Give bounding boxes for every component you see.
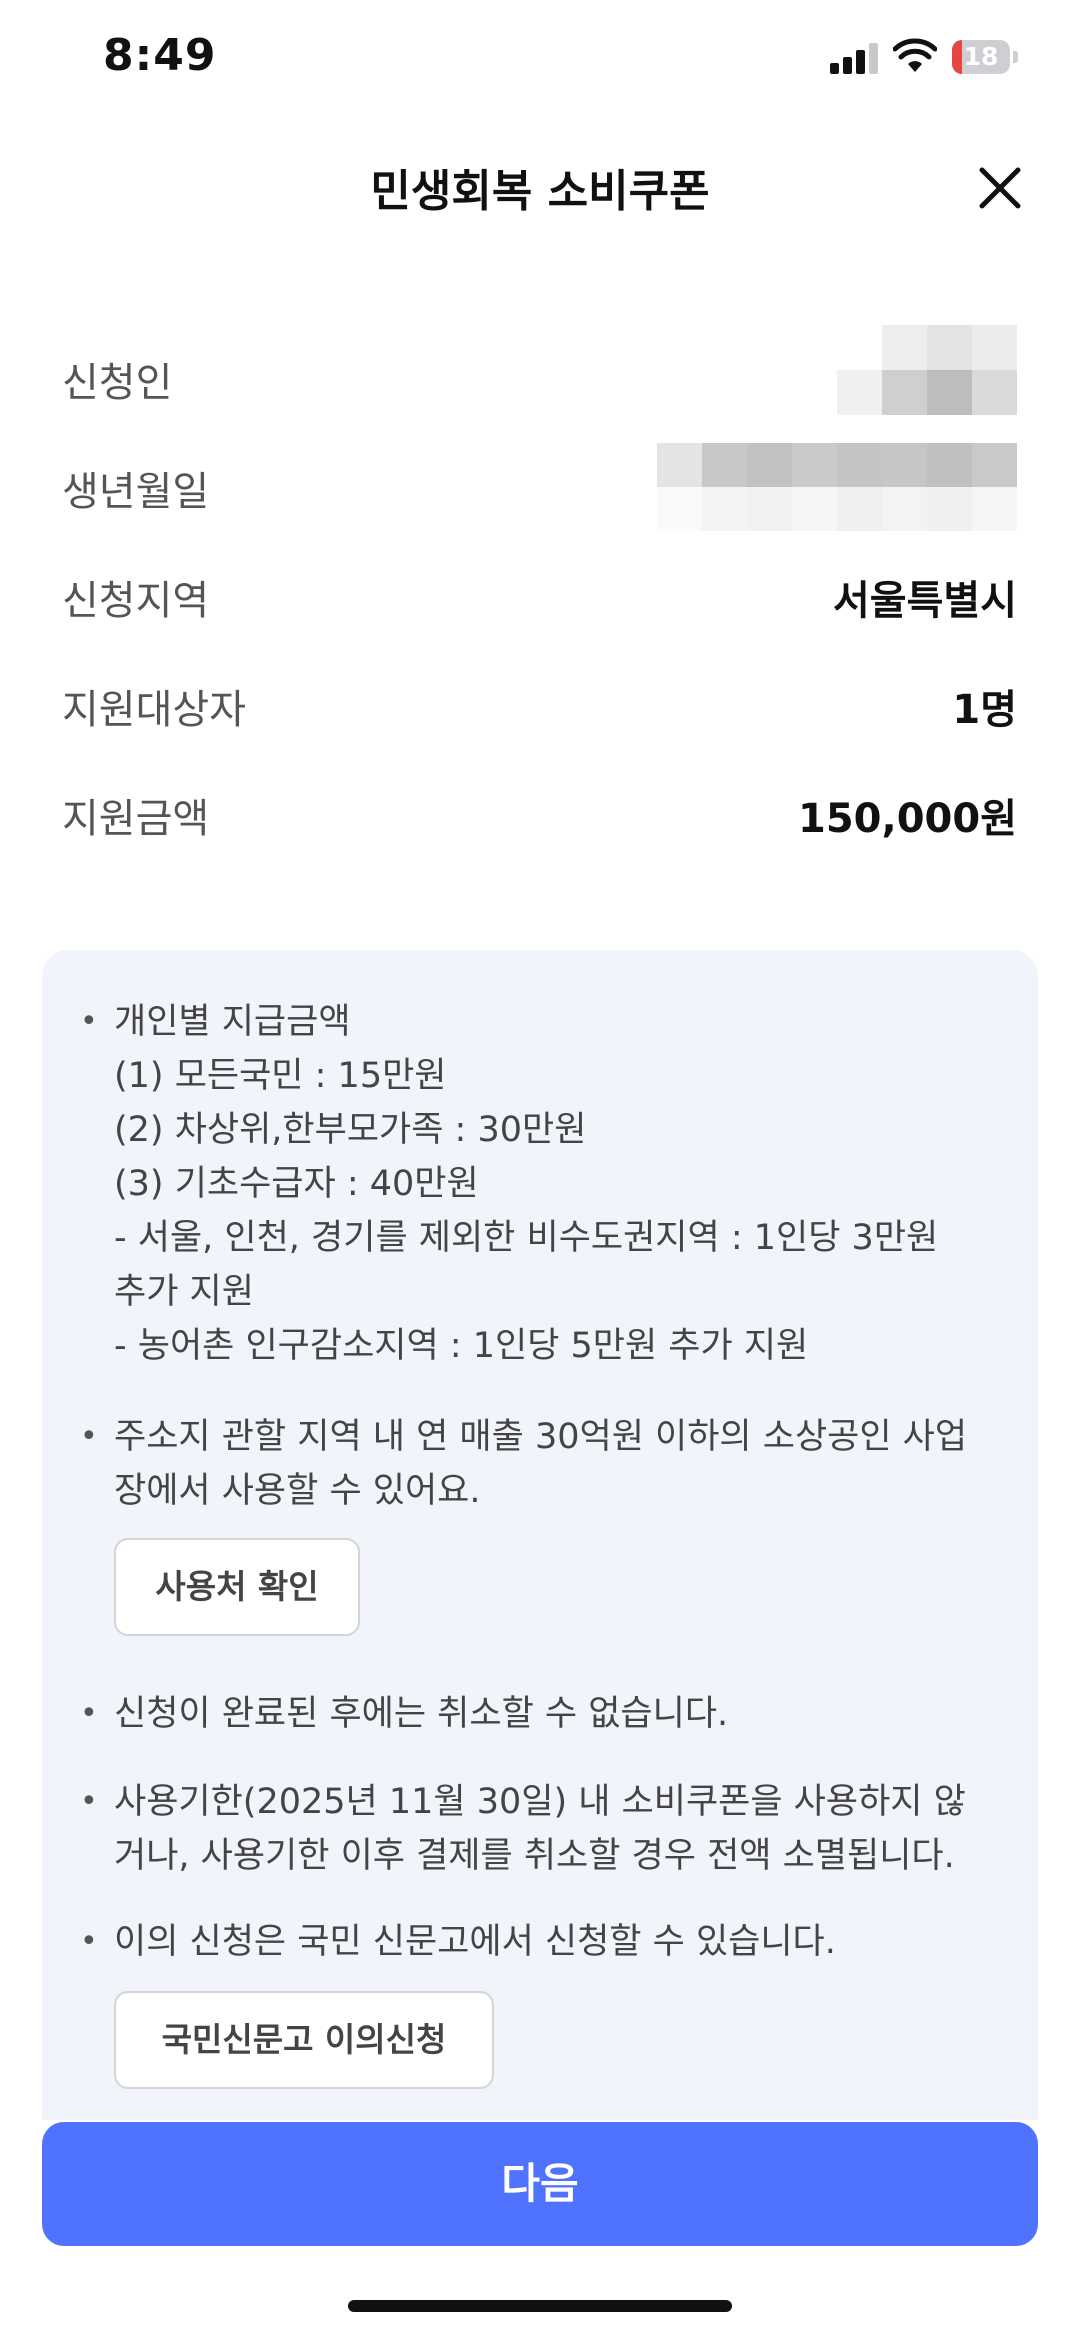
- redacted-birthdate: [657, 443, 1017, 531]
- close-button[interactable]: [972, 160, 1028, 216]
- notice-line: 개인별 지급금액: [114, 1002, 351, 1042]
- notice-line: 추가 지원: [114, 1272, 254, 1312]
- info-label: 생년월일: [62, 469, 210, 515]
- notice-text: 개인별 지급금액 (1) 모든국민 : 15만원 (2) 차상위,한부모가족 :…: [114, 995, 1014, 1373]
- close-icon: [979, 167, 1021, 209]
- notice-line: (3) 기초수급자 : 40만원: [114, 1164, 479, 1204]
- bullet: •: [80, 1419, 98, 1454]
- battery-level: 18: [963, 42, 999, 71]
- bullet: •: [80, 1004, 98, 1039]
- info-row-birthdate: 생년월일: [62, 429, 1017, 538]
- bullet: •: [80, 1696, 98, 1731]
- notice-line: 사용기한(2025년 11월 30일) 내 소비쿠폰을 사용하지 않: [114, 1782, 966, 1822]
- national-petition-objection-button[interactable]: 국민신문고 이의신청: [114, 1991, 494, 2089]
- home-indicator: [348, 2300, 732, 2312]
- cellular-signal-icon: [830, 42, 878, 74]
- notice-line: 이의 신청은 국민 신문고에서 신청할 수 있습니다.: [114, 1922, 836, 1962]
- notice-line: 장에서 사용할 수 있어요.: [114, 1471, 481, 1511]
- info-row-region: 신청지역 서울특별시: [62, 538, 1017, 647]
- notice-line: - 서울, 인천, 경기를 제외한 비수도권지역 : 1인당 3만원: [114, 1218, 939, 1258]
- info-value: 1명: [952, 687, 1017, 733]
- notice-text: 신청이 완료된 후에는 취소할 수 없습니다.: [114, 1687, 1014, 1741]
- info-row-amount: 지원금액 150,000원: [62, 756, 1017, 865]
- battery-icon: 18: [952, 40, 1020, 76]
- wifi-icon: [893, 38, 937, 72]
- status-time: 8:49: [103, 30, 217, 81]
- notice-line: (1) 모든국민 : 15만원: [114, 1056, 447, 1096]
- info-row-recipients: 지원대상자 1명: [62, 647, 1017, 756]
- next-button[interactable]: 다음: [42, 2122, 1038, 2246]
- notice-line: 신청이 완료된 후에는 취소할 수 없습니다.: [114, 1694, 729, 1734]
- bullet: •: [80, 1924, 98, 1959]
- bullet: •: [80, 1784, 98, 1819]
- notice-line: (2) 차상위,한부모가족 : 30만원: [114, 1110, 587, 1150]
- redacted-applicant-name: [837, 325, 1017, 415]
- info-label: 지원금액: [62, 796, 210, 842]
- info-value: 150,000원: [798, 796, 1017, 842]
- notice-text: 이의 신청은 국민 신문고에서 신청할 수 있습니다.: [114, 1915, 1014, 1969]
- notice-panel: • 개인별 지급금액 (1) 모든국민 : 15만원 (2) 차상위,한부모가족…: [42, 950, 1038, 2120]
- info-label: 신청인: [62, 360, 173, 406]
- notice-line: 주소지 관할 지역 내 연 매출 30억원 이하의 소상공인 사업: [114, 1417, 968, 1457]
- info-value: 서울특별시: [833, 578, 1017, 624]
- info-label: 지원대상자: [62, 687, 246, 733]
- page-title: 민생회복 소비쿠폰: [370, 166, 710, 217]
- notice-text: 사용기한(2025년 11월 30일) 내 소비쿠폰을 사용하지 않 거나, 사…: [114, 1775, 1014, 1883]
- notice-line: - 농어촌 인구감소지역 : 1인당 5만원 추가 지원: [114, 1326, 809, 1366]
- info-label: 신청지역: [62, 578, 210, 624]
- info-row-applicant: 신청인: [62, 320, 1017, 429]
- check-usage-places-button[interactable]: 사용처 확인: [114, 1538, 360, 1636]
- applicant-info: 신청인 생년월일 신청지역 서울특별시 지원대상자 1명 지원금액 150,00…: [62, 320, 1017, 865]
- status-bar: 8:49 18: [0, 0, 1080, 120]
- notice-line: 거나, 사용기한 이후 결제를 취소할 경우 전액 소멸됩니다.: [114, 1836, 955, 1876]
- notice-text: 주소지 관할 지역 내 연 매출 30억원 이하의 소상공인 사업 장에서 사용…: [114, 1410, 1014, 1518]
